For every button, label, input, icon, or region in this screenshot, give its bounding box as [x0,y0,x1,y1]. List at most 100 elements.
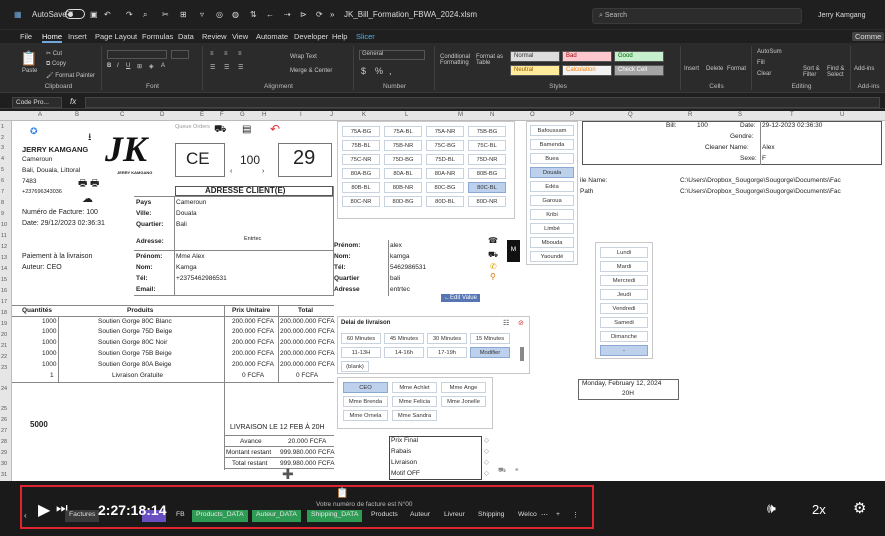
user-name[interactable]: Jerry Kamgang [818,12,865,19]
menu-help[interactable]: Help [332,32,347,41]
printer-icon[interactable]: 🖶 [78,176,87,193]
fill-button[interactable]: Fill [757,60,765,66]
menu-insert[interactable]: Insert [68,32,87,41]
phone-icon[interactable]: ☎ [488,236,498,245]
row-header[interactable]: 29 [1,450,7,456]
volume-icon[interactable]: 🕪 [767,500,776,517]
col-header[interactable]: E [200,112,204,118]
row-header[interactable]: 18 [1,310,7,316]
align-middle-icon[interactable]: ≡ [224,51,228,57]
align-left-icon[interactable]: ☰ [210,64,215,71]
day-mardi[interactable]: Mardi [600,261,648,272]
size-75a-bl[interactable]: 75A-BL [384,126,422,137]
wrap-text-button[interactable]: Wrap Text [290,54,317,60]
row-header[interactable]: 4 [1,156,4,162]
col-header[interactable]: B [75,112,79,118]
menu-home[interactable]: Home [42,32,63,43]
size-75d-nr[interactable]: 75D-NR [468,154,506,165]
font-size-dropdown[interactable] [171,50,189,59]
border-icon[interactable]: ⊞ [137,63,142,70]
align-top-icon[interactable]: ≡ [210,51,214,57]
size-75b-nr[interactable]: 75B-NR [384,140,422,151]
autosum-button[interactable]: AutoSum [757,49,782,55]
size-80b-nr[interactable]: 80B-NR [384,182,422,193]
menu-file[interactable]: File [20,32,32,41]
playback-speed[interactable]: 2x [812,502,826,517]
author-achlet[interactable]: Mme Achlet [392,382,437,393]
filter-icon[interactable]: ▿ [200,10,204,19]
bold-icon[interactable]: B [107,63,111,69]
size-75c-bg[interactable]: 75C-BG [426,140,464,151]
style-calculation[interactable]: Calculation [562,65,612,76]
size-80c-bl[interactable]: 80C-BL [468,182,506,193]
car-icon[interactable]: ⛟ [488,250,498,260]
clear-button[interactable]: Clear [757,71,771,77]
cash-icon[interactable]: ▤ [242,124,251,135]
row-header[interactable]: 26 [1,417,7,423]
multi-select-icon[interactable]: ☷ [503,319,509,327]
align-right-icon[interactable]: ☰ [238,64,243,71]
menu-automate[interactable]: Automate [256,32,288,41]
clear-filter-icon[interactable]: ⊘ [518,319,524,327]
currency-icon[interactable]: $ [361,66,366,76]
size-75b-bg[interactable]: 75B-BG [468,126,506,137]
circle-icon[interactable]: ◎ [216,10,223,19]
delai-45[interactable]: 45 Minutes [384,333,424,344]
size-75a-bg[interactable]: 75A-BG [342,126,380,137]
style-normal[interactable]: Normal [510,51,560,62]
undo-icon[interactable]: ↶ [104,10,111,19]
italic-icon[interactable]: I [117,63,119,69]
menu-developer[interactable]: Developer [294,32,328,41]
truck-small-icon[interactable]: ⛟ [498,466,506,475]
row-header[interactable]: 21 [1,343,7,349]
style-bad[interactable]: Bad [562,51,612,62]
delai-60[interactable]: 60 Minutes [341,333,381,344]
col-header[interactable]: S [738,112,742,118]
format-as-table-button[interactable]: Format as Table [476,54,506,66]
col-header[interactable]: Q [628,112,633,118]
author-jonelle[interactable]: Mme Jonelle [441,396,486,407]
truck-icon[interactable]: ⛟ [214,124,227,137]
col-header[interactable]: P [570,112,574,118]
size-80c-bg[interactable]: 80C-BG [426,182,464,193]
phone-call-icon[interactable]: ✆ [490,262,497,271]
col-header[interactable]: O [530,112,535,118]
row-header[interactable]: 13 [1,255,7,261]
row-header[interactable]: 3 [1,145,4,151]
menu-formulas[interactable]: Formulas [142,32,173,41]
day-lundi[interactable]: Lundi [600,247,648,258]
col-header[interactable]: U [840,112,844,118]
size-80a-bl[interactable]: 80A-BL [384,168,422,179]
cut-button[interactable]: ✂ Cut [46,50,62,57]
row-header[interactable]: 28 [1,439,7,445]
merge-center-button[interactable]: Merge & Center [290,68,332,74]
save-icon[interactable]: ▣ [90,10,98,19]
delai-30[interactable]: 30 Minutes [427,333,467,344]
redo-icon[interactable]: ↷ [126,10,133,19]
sync-icon[interactable]: ⟳ [316,10,323,19]
size-75c-bl[interactable]: 75C-BL [468,140,506,151]
col-header[interactable]: R [688,112,692,118]
paste-icon[interactable]: 📋 [20,50,37,67]
row-header[interactable]: 8 [1,200,4,206]
format-painter-button[interactable]: 🖌 Format Painter [46,72,95,79]
row-header[interactable]: 17 [1,299,7,305]
row-header[interactable]: 2 [1,135,4,141]
delai-blank[interactable]: (blank) [341,361,369,372]
skip-icon[interactable]: ⏭ [56,500,68,516]
row-header[interactable]: 5 [1,167,4,173]
row-header[interactable]: 25 [1,406,7,412]
col-header[interactable]: J [330,112,333,118]
menu-slicer[interactable]: Slicer [356,32,375,41]
menu-data[interactable]: Data [178,32,194,41]
prev-icon[interactable]: ‹ [230,168,232,175]
font-color-icon[interactable]: A [161,63,165,69]
col-header[interactable]: I [300,112,302,118]
day-samedi[interactable]: Samedi [600,317,648,328]
row-header[interactable]: 7 [1,189,4,195]
city-yaounde[interactable]: Yaoundé [530,251,574,262]
font-name-dropdown[interactable] [107,50,167,59]
col-header[interactable]: N [490,112,494,118]
row-header[interactable]: 24 [1,386,7,392]
arrow-left-icon[interactable]: ← [266,10,274,19]
